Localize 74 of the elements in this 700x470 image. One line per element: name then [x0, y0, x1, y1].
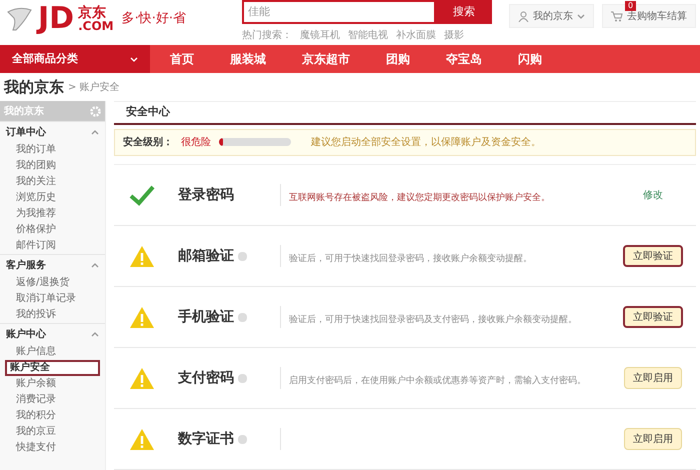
check-icon [129, 184, 155, 206]
modify-link[interactable]: 修改 [643, 188, 663, 202]
nav-link[interactable]: 首页 [170, 50, 194, 68]
user-icon [518, 10, 529, 22]
sidebar-item[interactable]: 我的关注 [0, 174, 105, 190]
sidebar-item[interactable]: 返修/退换货 [0, 275, 105, 291]
hot-search-link[interactable]: 智能电视 [348, 28, 388, 43]
sidebar-item[interactable]: 账户安全 [5, 360, 100, 376]
sidebar-item[interactable]: 我的团购 [0, 158, 105, 174]
my-jd-menu[interactable]: 我的京东 [509, 4, 594, 28]
cart-icon [611, 10, 623, 22]
action-button[interactable]: 立即验证 [623, 245, 683, 267]
page-title: 我的京东 [4, 76, 64, 98]
sidebar-item[interactable]: 取消订单记录 [0, 291, 105, 307]
action-button[interactable]: 立即启用 [624, 428, 682, 450]
security-item-description: 互联网账号存在被盗风险，建议您定期更改密码以保护账户安全。 [289, 193, 550, 203]
sidebar-item[interactable]: 我的积分 [0, 408, 105, 424]
section-title: 安全中心 [126, 104, 170, 120]
slogan: 多·快·好·省 [122, 10, 186, 28]
security-item-title: 登录密码 [178, 186, 234, 204]
hot-search-link[interactable]: 摄影 [444, 28, 464, 43]
chevron-up-icon [91, 332, 99, 336]
sidebar-item[interactable]: 快捷支付 [0, 440, 105, 456]
sidebar-item[interactable]: 账户余额 [0, 376, 105, 392]
warning-icon [129, 428, 155, 450]
cart-count-badge: 0 [625, 1, 636, 11]
warning-icon [129, 366, 155, 390]
security-item-description: 启用支付密码后，在使用账户中余额或优惠券等资产时，需输入支付密码。 [289, 376, 586, 386]
hot-search-link[interactable]: 魔镜耳机 [300, 28, 340, 43]
breadcrumb-current: > 账户安全 [68, 80, 120, 94]
warning-icon [129, 306, 155, 328]
security-item-title: 邮箱验证 [178, 246, 234, 266]
sidebar-item[interactable]: 为我推荐 [0, 206, 105, 222]
sidebar-group-header[interactable]: 客户服务 [0, 254, 105, 275]
sidebar-item[interactable]: 我的订单 [0, 142, 105, 158]
logo-domain: .COM [78, 20, 114, 32]
nav-link[interactable]: 京东超市 [302, 50, 350, 68]
chevron-down-icon [577, 14, 585, 18]
settings-icon [90, 106, 101, 116]
chevron-up-icon [91, 262, 99, 268]
warning-icon [129, 244, 155, 268]
sidebar-item[interactable]: 我的京豆 [0, 424, 105, 440]
nav-link[interactable]: 闪购 [518, 50, 542, 68]
sidebar-item[interactable]: 我的投诉 [0, 307, 105, 323]
logo-name: 京东 [78, 6, 108, 20]
search-button[interactable]: 搜索 [436, 0, 492, 24]
security-item-title: 手机验证 [178, 308, 234, 326]
search-field[interactable]: 佳能 [242, 0, 436, 24]
hot-search-link[interactable]: 补水面膜 [396, 28, 436, 43]
sidebar-group-header[interactable]: 订单中心 [0, 121, 105, 142]
cart-button[interactable]: 去购物车结算 0 [602, 4, 696, 28]
nav-link[interactable]: 团购 [386, 50, 410, 68]
security-item-title: 数字证书 [178, 430, 234, 448]
security-advice: 建议您启动全部安全设置，以保障账户及资金安全。 [311, 136, 541, 150]
nav-link[interactable]: 服装城 [230, 50, 266, 68]
category-menu[interactable]: 全部商品分类 [0, 45, 150, 73]
sidebar-group-header[interactable]: 账户中心 [0, 323, 105, 344]
sidebar-item[interactable]: 价格保护 [0, 222, 105, 238]
hot-search-label: 热门搜索： [242, 28, 292, 43]
action-button[interactable]: 立即验证 [623, 306, 683, 328]
security-level-value: 很危险 [181, 136, 211, 150]
logo-mark: JD [38, 4, 74, 34]
security-level-label: 安全级别： [123, 135, 173, 150]
chevron-up-icon [91, 130, 99, 134]
sidebar-item[interactable]: 邮件订阅 [0, 238, 105, 254]
security-item-description: 验证后，可用于快速找回登录密码及支付密码，接收账户余额变动提醒。 [289, 315, 577, 325]
security-item-title: 支付密码 [178, 368, 234, 388]
sidebar-item[interactable]: 账户信息 [0, 344, 105, 360]
sidebar-item[interactable]: 消费记录 [0, 392, 105, 408]
chevron-down-icon [130, 56, 138, 62]
security-item-description: 验证后，可用于快速找回登录密码，接收账户余额变动提醒。 [289, 254, 532, 264]
nav-link[interactable]: 夺宝岛 [446, 50, 482, 68]
action-button[interactable]: 立即启用 [624, 367, 682, 389]
sidebar-item[interactable]: 浏览历史 [0, 190, 105, 206]
